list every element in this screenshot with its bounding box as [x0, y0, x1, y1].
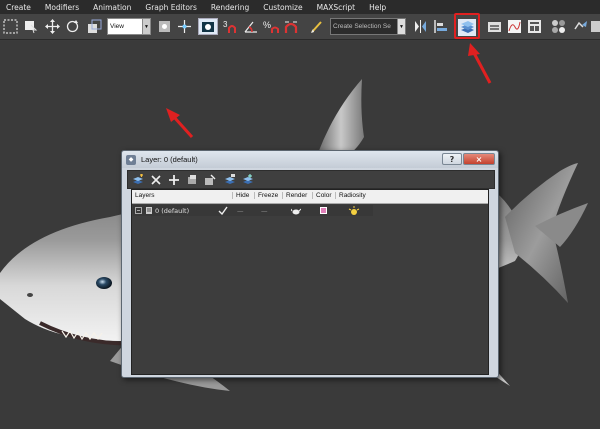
layer-list[interactable]: Layers Hide Freeze Render Color Radiosit…	[131, 189, 489, 375]
render-frame-icon[interactable]	[590, 18, 600, 35]
delete-layer-icon[interactable]	[150, 174, 162, 186]
svg-text:3: 3	[223, 20, 228, 29]
menu-customize[interactable]: Customize	[263, 3, 302, 12]
keyboard-shortcut-override-icon[interactable]	[198, 18, 218, 35]
close-button[interactable]: ×	[463, 153, 495, 165]
graphite-modeling-tools-icon[interactable]	[486, 18, 503, 35]
help-button[interactable]: ?	[442, 153, 462, 165]
spinner-snap-icon[interactable]	[282, 18, 299, 35]
select-object-icon[interactable]	[22, 18, 39, 35]
hide-unhide-all-icon[interactable]	[224, 174, 236, 186]
layer-toolbar	[127, 170, 495, 189]
col-freeze[interactable]: Freeze	[254, 192, 278, 199]
freeze-toggle[interactable]: —	[261, 205, 268, 216]
freeze-unfreeze-all-icon[interactable]	[242, 174, 254, 186]
col-radiosity[interactable]: Radiosity	[335, 192, 366, 199]
chevron-down-icon: ▼	[142, 19, 150, 34]
dialog-titlebar[interactable]: ◆ Layer: 0 (default) ? ×	[122, 151, 498, 168]
svg-text:%: %	[263, 20, 271, 30]
select-region-icon[interactable]	[2, 18, 19, 35]
layer-icon	[145, 205, 153, 216]
selection-set-value: Create Selection Se	[333, 23, 391, 30]
move-icon[interactable]	[44, 18, 61, 35]
layer-row[interactable]: 0 (default) — —	[133, 205, 373, 216]
arrow-to-layer-button	[468, 43, 492, 84]
col-color[interactable]: Color	[312, 192, 332, 199]
layer-dialog: ◆ Layer: 0 (default) ? × Layers Hide Fre…	[121, 150, 499, 378]
curve-editor-icon[interactable]	[506, 18, 523, 35]
layer-color-swatch[interactable]	[320, 205, 327, 216]
radiosity-bulb-icon[interactable]	[348, 205, 360, 216]
expand-toggle-icon[interactable]	[135, 205, 143, 216]
rotate-icon[interactable]	[64, 18, 81, 35]
material-editor-icon[interactable]	[550, 18, 567, 35]
menu-maxscript[interactable]: MAXScript	[317, 3, 356, 12]
layer-list-header: Layers Hide Freeze Render Color Radiosit…	[132, 190, 488, 204]
dialog-title: Layer: 0 (default)	[141, 155, 198, 164]
col-render[interactable]: Render	[282, 192, 307, 199]
arrow-to-dialog	[166, 108, 194, 139]
percent-snap-icon[interactable]: %	[262, 18, 279, 35]
col-hide[interactable]: Hide	[232, 192, 249, 199]
hide-toggle[interactable]: —	[237, 205, 244, 216]
perspective-viewport[interactable]: ◆ Layer: 0 (default) ? × Layers Hide Fre…	[0, 41, 600, 429]
layer-manager-highlight	[454, 13, 480, 39]
menu-animation[interactable]: Animation	[93, 3, 131, 12]
current-layer-checkmark-icon[interactable]	[218, 205, 228, 216]
select-and-manipulate-icon[interactable]	[176, 18, 193, 35]
menu-bar: Create Modifiers Animation Graph Editors…	[0, 0, 600, 14]
add-selected-to-layer-icon[interactable]	[168, 174, 180, 186]
pivot-center-icon[interactable]	[156, 18, 173, 35]
col-layers[interactable]: Layers	[135, 192, 155, 199]
align-icon[interactable]	[432, 18, 449, 35]
snaps-toggle-icon[interactable]: 3	[222, 18, 239, 35]
chevron-down-icon: ▼	[397, 19, 405, 34]
schematic-view-icon[interactable]	[526, 18, 543, 35]
main-toolbar: View ▼ 3 % Create Selection Se ▼	[0, 14, 600, 40]
create-new-layer-icon[interactable]	[132, 174, 144, 186]
menu-rendering[interactable]: Rendering	[211, 3, 249, 12]
mirror-icon[interactable]	[412, 18, 429, 35]
highlight-selected-layer-icon[interactable]	[204, 174, 216, 186]
view-select-value: View	[110, 23, 124, 30]
render-setup-icon[interactable]	[572, 18, 589, 35]
render-teapot-icon[interactable]	[291, 205, 301, 216]
layer-name[interactable]: 0 (default)	[155, 205, 189, 216]
scale-icon[interactable]	[86, 18, 103, 35]
named-selection-set-select[interactable]: Create Selection Se ▼	[330, 18, 406, 35]
select-objects-in-layer-icon[interactable]	[186, 174, 198, 186]
edit-named-selection-icon[interactable]	[308, 18, 325, 35]
menu-help[interactable]: Help	[369, 3, 386, 12]
menu-modifiers[interactable]: Modifiers	[45, 3, 79, 12]
reference-coordinate-select[interactable]: View ▼	[107, 18, 151, 35]
angle-snap-icon[interactable]	[242, 18, 259, 35]
menu-graph-editors[interactable]: Graph Editors	[145, 3, 197, 12]
menu-create[interactable]: Create	[6, 3, 31, 12]
3dsmax-app-icon: ◆	[126, 154, 136, 165]
